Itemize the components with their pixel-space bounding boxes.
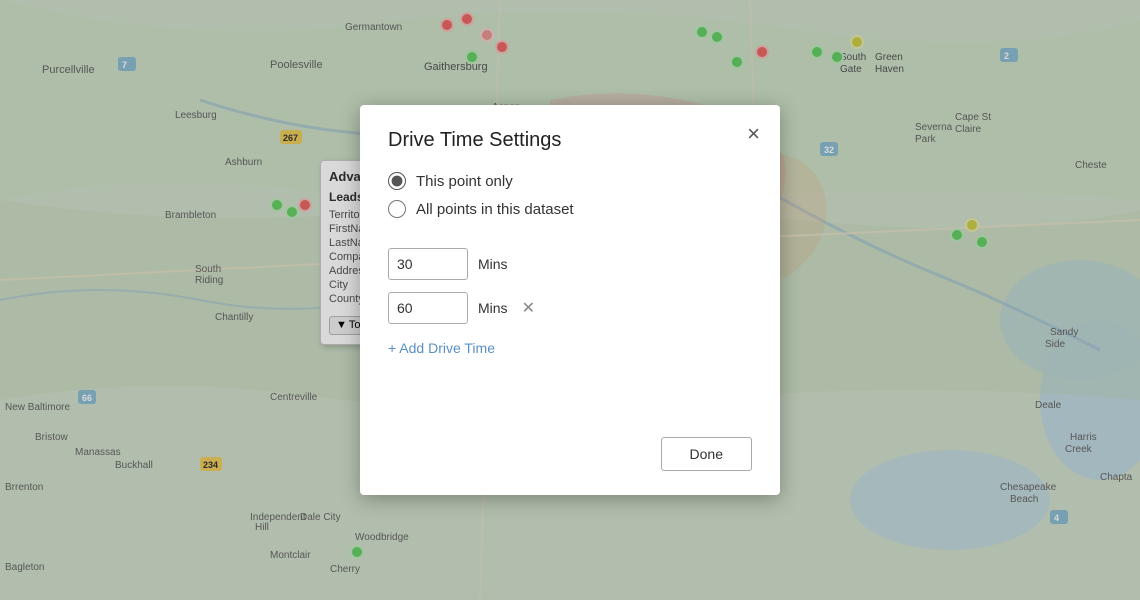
mins-label-1: Mins [478,256,508,272]
add-drive-time-button[interactable]: + Add Drive Time [388,340,752,356]
modal-title: Drive Time Settings [388,129,752,152]
radio-all-points[interactable] [388,200,406,218]
radio-option-this-point[interactable]: This point only [388,172,752,190]
radio-option-all-points[interactable]: All points in this dataset [388,200,752,218]
modal-dialog: Drive Time Settings × This point only Al… [360,105,780,495]
mins-label-2: Mins [478,300,508,316]
close-button[interactable]: × [747,123,760,145]
radio-all-points-label: All points in this dataset [416,201,574,218]
remove-drive-time-button[interactable]: ✕ [518,298,539,318]
radio-this-point-label: This point only [416,173,513,190]
drive-time-row-1: Mins [388,248,752,280]
radio-this-point[interactable] [388,172,406,190]
modal-footer: Done [388,417,752,471]
radio-group: This point only All points in this datas… [388,172,752,228]
drive-time-input-1[interactable] [388,248,468,280]
drive-time-input-2[interactable] [388,292,468,324]
drive-time-row-2: Mins ✕ [388,292,752,324]
done-button[interactable]: Done [661,437,752,471]
modal-overlay: Drive Time Settings × This point only Al… [0,0,1140,600]
